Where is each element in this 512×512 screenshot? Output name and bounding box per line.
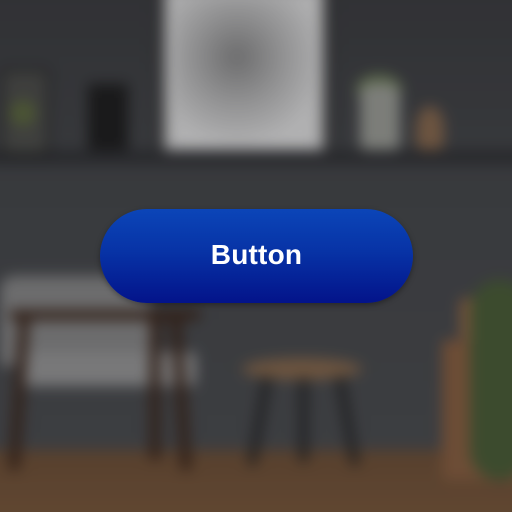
primary-button[interactable]: Button (100, 209, 413, 303)
screen: Button (0, 0, 512, 512)
primary-button-label: Button (210, 239, 303, 270)
